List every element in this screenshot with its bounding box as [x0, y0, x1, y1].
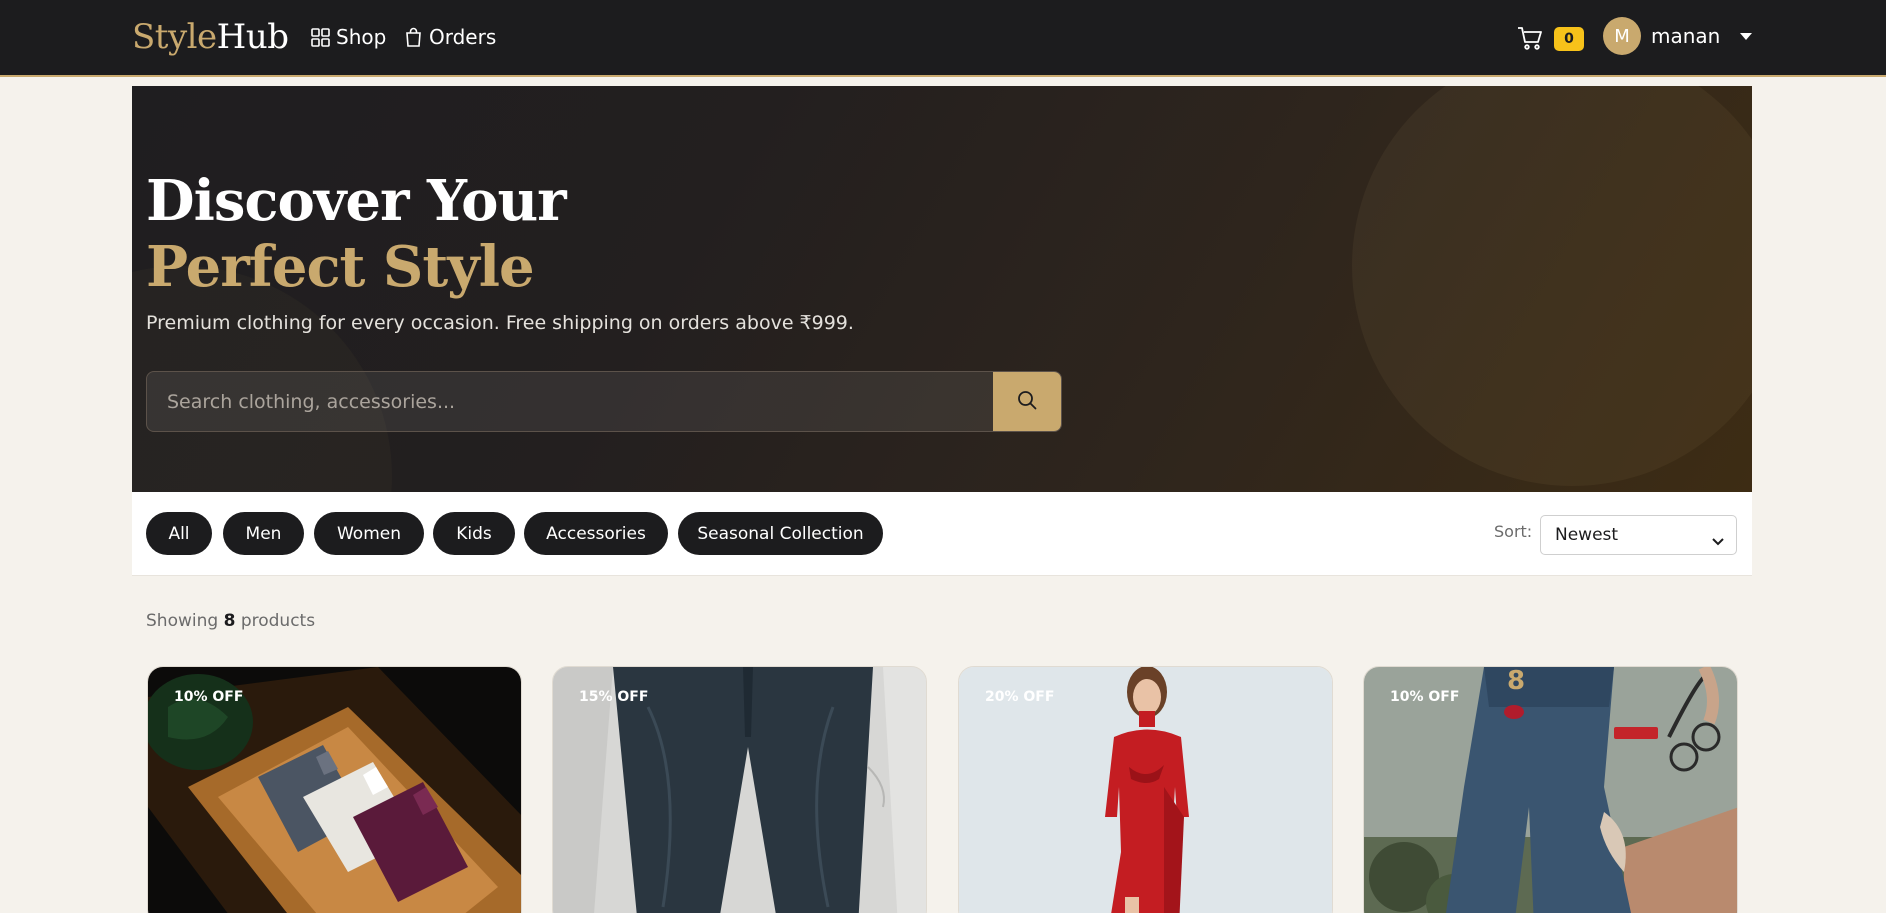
- sort-select[interactable]: Newest: [1540, 515, 1737, 555]
- username: manan: [1651, 24, 1721, 48]
- showing-suffix: products: [240, 611, 316, 631]
- cart-count-badge: 0: [1554, 27, 1584, 51]
- search-button[interactable]: [993, 372, 1061, 431]
- filter-bar: All Men Women Kids Accessories Seasonal …: [132, 492, 1752, 576]
- category-pill-women[interactable]: Women: [314, 512, 424, 555]
- user-menu[interactable]: M manan: [1603, 17, 1753, 55]
- product-card[interactable]: 10% OFF: [147, 666, 522, 913]
- category-pill-kids[interactable]: Kids: [433, 512, 515, 555]
- discount-badge: 20% OFF: [985, 689, 1055, 705]
- hero-subtitle: Premium clothing for every occasion. Fre…: [146, 312, 854, 334]
- category-pill-men[interactable]: Men: [223, 512, 304, 555]
- hero-title-line2: Perfect Style: [146, 234, 535, 300]
- hero-title: Discover Your Perfect Style: [146, 168, 567, 300]
- product-card[interactable]: 20% OFF: [958, 666, 1333, 913]
- category-pill-seasonal[interactable]: Seasonal Collection: [678, 512, 883, 555]
- cart-icon: [1516, 24, 1544, 56]
- sort-selected-value: Newest: [1555, 525, 1619, 545]
- showing-prefix: Showing: [146, 611, 219, 631]
- chevron-down-icon: [1712, 531, 1724, 551]
- product-count: 8: [223, 611, 236, 631]
- discount-badge: 15% OFF: [579, 689, 649, 705]
- nav-orders-link[interactable]: Orders: [404, 22, 496, 52]
- avatar: M: [1603, 17, 1641, 55]
- hero-banner: Discover Your Perfect Style Premium clot…: [132, 86, 1752, 492]
- brand-logo[interactable]: StyleHub: [132, 14, 289, 60]
- sort-label: Sort:: [1494, 522, 1533, 541]
- search-input[interactable]: [147, 372, 993, 431]
- product-card[interactable]: 8 10% OFF: [1363, 666, 1738, 913]
- hero-decor-circle: [1352, 86, 1752, 486]
- search-box: [146, 371, 1062, 432]
- shopping-bag-icon: [404, 27, 423, 47]
- nav-orders-label: Orders: [429, 25, 497, 49]
- grid-icon: [311, 27, 330, 47]
- discount-badge: 10% OFF: [174, 689, 244, 705]
- brand-part-style: Style: [132, 17, 217, 57]
- category-pill-all[interactable]: All: [146, 512, 212, 555]
- svg-text:8: 8: [1507, 667, 1525, 696]
- search-icon: [1016, 389, 1038, 415]
- brand-part-hub: Hub: [216, 17, 289, 57]
- product-card[interactable]: 15% OFF: [552, 666, 927, 913]
- navbar: StyleHub Shop Orders 0 M manan: [0, 0, 1886, 77]
- cart-button[interactable]: 0: [1516, 22, 1586, 54]
- product-count-text: Showing 8 products: [146, 611, 315, 631]
- category-pill-accessories[interactable]: Accessories: [524, 512, 668, 555]
- discount-badge: 10% OFF: [1390, 689, 1460, 705]
- caret-down-icon: [1740, 32, 1753, 40]
- hero-title-line1: Discover Your: [146, 168, 567, 234]
- nav-shop-label: Shop: [336, 25, 387, 49]
- nav-shop-link[interactable]: Shop: [311, 22, 386, 52]
